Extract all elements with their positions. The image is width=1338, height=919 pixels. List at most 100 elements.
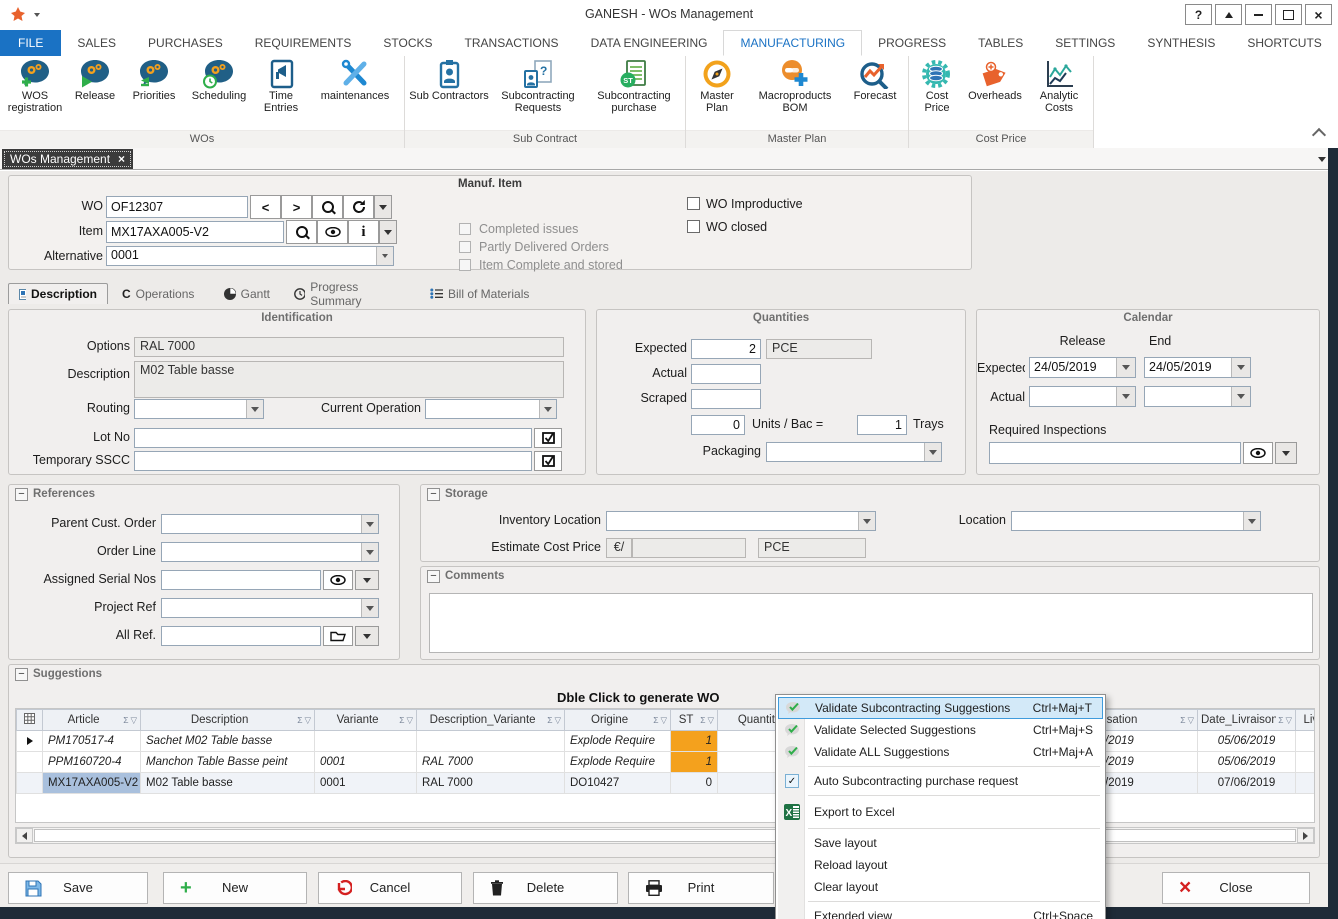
required-inspections-input[interactable]: [989, 442, 1241, 464]
column-header-origine[interactable]: OrigineΣ▽: [565, 710, 671, 731]
tab-purchases[interactable]: PURCHASES: [132, 30, 239, 56]
dropdown-button[interactable]: [361, 599, 378, 617]
ribbon-collapse-button[interactable]: [1314, 130, 1324, 140]
location-select[interactable]: [1011, 511, 1261, 531]
ribbon-scheduling[interactable]: Scheduling: [185, 58, 253, 102]
detail-tab-progress-summary[interactable]: Progress Summary: [284, 283, 416, 304]
table-row[interactable]: PM170517-4 Sachet M02 Table basse Explod…: [17, 731, 1316, 752]
menu-item-validate-selected[interactable]: Validate Selected Suggestions Ctrl+Maj+S: [778, 719, 1103, 741]
detail-tab-description[interactable]: Description: [8, 283, 108, 304]
completed-issues-checkbox[interactable]: [459, 223, 471, 235]
tab-sales[interactable]: SALES: [61, 30, 132, 56]
detail-tab-bill-of-materials[interactable]: Bill of Materials: [420, 283, 552, 304]
column-header-article[interactable]: ArticleΣ▽: [43, 710, 141, 731]
column-header-st[interactable]: STΣ▽: [671, 710, 718, 731]
trays-input[interactable]: [857, 415, 907, 435]
wo-input[interactable]: [106, 196, 248, 218]
scroll-left-button[interactable]: [16, 828, 33, 843]
lot-no-input[interactable]: [134, 428, 532, 448]
menu-item-validate-subcontracting[interactable]: Validate Subcontracting Suggestions Ctrl…: [778, 697, 1103, 719]
horizontal-scrollbar[interactable]: [15, 827, 1315, 844]
maximize-button[interactable]: [1275, 4, 1302, 25]
column-header-livraison[interactable]: Livraison: [1296, 710, 1316, 731]
temporary-sscc-input[interactable]: [134, 451, 532, 471]
routing-select[interactable]: [134, 399, 264, 419]
packaging-select[interactable]: [766, 442, 942, 462]
collapse-button[interactable]: −: [15, 488, 28, 501]
assigned-serial-nos-input[interactable]: [161, 570, 321, 590]
cancel-button[interactable]: Cancel: [318, 872, 462, 904]
actual-input[interactable]: [691, 364, 761, 384]
ribbon-cost-price[interactable]: Cost Price: [912, 58, 962, 114]
collapse-button[interactable]: −: [15, 668, 28, 681]
dropdown-button[interactable]: [1231, 387, 1250, 406]
wo-search-button[interactable]: [312, 195, 343, 219]
dropdown-button[interactable]: [361, 543, 378, 561]
wo-prev-button[interactable]: <: [250, 195, 281, 219]
tab-requirements[interactable]: REQUIREMENTS: [239, 30, 368, 56]
actual-end-date[interactable]: [1144, 386, 1251, 407]
lot-no-check-button[interactable]: [534, 428, 562, 448]
alternative-select[interactable]: 0001: [106, 246, 394, 266]
temporary-sscc-check-button[interactable]: [534, 451, 562, 471]
all-ref-input[interactable]: [161, 626, 321, 646]
help-button[interactable]: ?: [1185, 4, 1212, 25]
ribbon-sub-contractors[interactable]: Sub Contractors: [408, 58, 490, 102]
menu-item-auto-subcontracting[interactable]: ✓ Auto Subcontracting purchase request: [778, 770, 1103, 792]
scraped-input[interactable]: [691, 389, 761, 409]
menu-item-validate-all[interactable]: Validate ALL Suggestions Ctrl+Maj+A: [778, 741, 1103, 763]
dropdown-button[interactable]: [1116, 387, 1135, 406]
ribbon-position-button[interactable]: [1215, 4, 1242, 25]
item-complete-checkbox[interactable]: [459, 259, 471, 271]
assigned-serial-view-button[interactable]: [323, 570, 353, 590]
menu-item-save-layout[interactable]: Save layout: [778, 832, 1103, 854]
required-inspections-dropdown[interactable]: [1275, 442, 1297, 464]
ribbon-forecast[interactable]: Forecast: [845, 58, 905, 102]
column-header-variante[interactable]: VarianteΣ▽: [315, 710, 417, 731]
ribbon-maintenances[interactable]: maintenances: [309, 58, 401, 102]
tab-close-icon[interactable]: ×: [118, 152, 125, 166]
ribbon-master-plan[interactable]: Master Plan: [689, 58, 745, 114]
tab-data-engineering[interactable]: DATA ENGINEERING: [575, 30, 724, 56]
ribbon-subcontracting-requests[interactable]: ? Subcontracting Requests: [490, 58, 586, 114]
project-ref-select[interactable]: [161, 598, 379, 618]
wo-closed-checkbox[interactable]: [687, 220, 700, 233]
dropdown-button[interactable]: [1243, 512, 1260, 530]
menu-item-extended-view[interactable]: Extended view Ctrl+Space: [778, 905, 1103, 919]
item-info-button[interactable]: i: [348, 220, 379, 244]
detail-tab-operations[interactable]: C Operations: [112, 283, 210, 304]
order-line-select[interactable]: [161, 542, 379, 562]
wo-improductive-checkbox[interactable]: [687, 197, 700, 210]
tab-settings[interactable]: SETTINGS: [1039, 30, 1131, 56]
tab-transactions[interactable]: TRANSACTIONS: [449, 30, 575, 56]
menu-item-reload-layout[interactable]: Reload layout: [778, 854, 1103, 876]
ribbon-time-entries[interactable]: Time Entries: [253, 58, 309, 114]
all-ref-dropdown[interactable]: [355, 626, 379, 646]
parent-cust-order-select[interactable]: [161, 514, 379, 534]
expected-end-date[interactable]: 24/05/2019: [1144, 357, 1251, 378]
ribbon-priorities[interactable]: Priorities: [123, 58, 185, 102]
close-window-button[interactable]: ×: [1305, 4, 1332, 25]
wo-next-button[interactable]: >: [281, 195, 312, 219]
item-input[interactable]: [106, 221, 284, 243]
actual-release-date[interactable]: [1029, 386, 1136, 407]
collapse-button[interactable]: −: [427, 570, 440, 583]
column-header-description[interactable]: DescriptionΣ▽: [141, 710, 315, 731]
table-row[interactable]: PPM160720-4 Manchon Table Basse peint 00…: [17, 752, 1316, 773]
ribbon-analytic-costs[interactable]: Analytic Costs: [1028, 58, 1090, 114]
assigned-serial-dropdown[interactable]: [355, 570, 379, 590]
tab-stocks[interactable]: STOCKS: [367, 30, 448, 56]
wo-dropdown-button[interactable]: [374, 195, 392, 219]
dropdown-button[interactable]: [858, 512, 875, 530]
delete-button[interactable]: Delete: [473, 872, 618, 904]
detail-tab-gantt[interactable]: Gantt: [214, 283, 280, 304]
row-selector-header[interactable]: [17, 710, 43, 731]
tab-progress[interactable]: PROGRESS: [862, 30, 962, 56]
required-inspections-view-button[interactable]: [1243, 442, 1273, 464]
dropdown-button[interactable]: [924, 443, 941, 461]
expected-release-date[interactable]: 24/05/2019: [1029, 357, 1136, 378]
ribbon-release[interactable]: Release: [67, 58, 123, 102]
dropdown-button[interactable]: [361, 515, 378, 533]
table-row-selected[interactable]: MX17AXA005-V2 M02 Table basse 0001 RAL 7…: [17, 773, 1316, 794]
tab-tables[interactable]: TABLES: [962, 30, 1039, 56]
